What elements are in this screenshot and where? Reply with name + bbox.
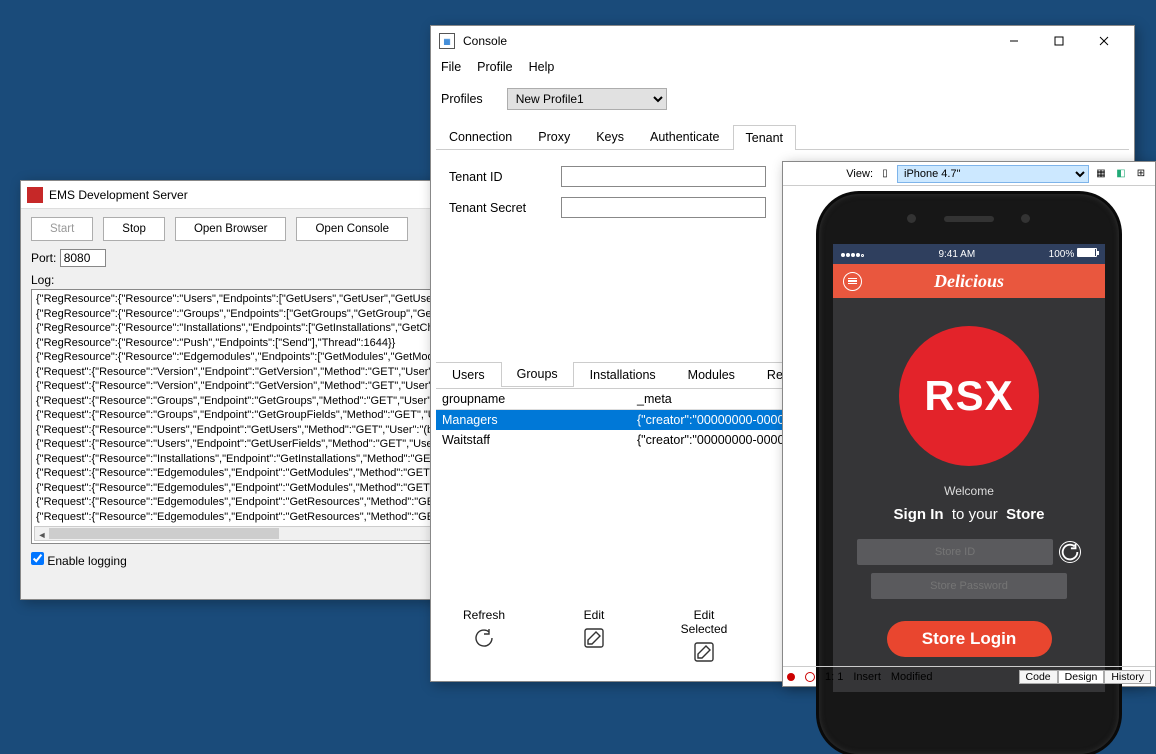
grid-col-groupname[interactable]: groupname <box>442 392 637 406</box>
maximize-button[interactable] <box>1036 26 1081 56</box>
minimize-button[interactable] <box>991 26 1036 56</box>
tab-connection[interactable]: Connection <box>436 124 525 149</box>
device-select[interactable]: iPhone 4.7" <box>897 165 1089 183</box>
battery-icon <box>1077 248 1097 257</box>
menu-help[interactable]: Help <box>529 60 555 74</box>
refresh-store-icon[interactable] <box>1059 541 1081 563</box>
profiles-select[interactable]: New Profile1 <box>507 88 667 110</box>
tenant-id-input[interactable] <box>561 166 766 187</box>
refresh-button[interactable]: Refresh <box>449 608 519 667</box>
dtab-modules[interactable]: Modules <box>672 363 751 388</box>
store-password-input[interactable] <box>871 573 1067 599</box>
ems-app-icon <box>27 187 43 203</box>
view-label: View: <box>846 168 873 180</box>
open-browser-button[interactable]: Open Browser <box>175 217 287 241</box>
tab-proxy[interactable]: Proxy <box>525 124 583 149</box>
hamburger-menu-icon[interactable] <box>843 272 862 291</box>
store-login-button[interactable]: Store Login <box>887 621 1052 657</box>
toolbar-btn-2[interactable]: ◧ <box>1113 166 1129 182</box>
phone-sensor <box>907 214 916 223</box>
cursor-pos: 1: 1 <box>825 671 843 683</box>
edit-selected-button[interactable]: Edit Selected <box>669 608 739 667</box>
view-tab-code[interactable]: Code <box>1019 670 1058 684</box>
dtab-groups[interactable]: Groups <box>501 362 574 387</box>
view-tab-history[interactable]: History <box>1104 670 1151 684</box>
rsx-logo: RSX <box>899 326 1039 466</box>
phone-camera <box>1021 214 1030 223</box>
stop-button[interactable]: Stop <box>103 217 165 241</box>
ide-panel: View: ▯ iPhone 4.7" ▦ ◧ ⊞ 9:41 AM 100% D… <box>782 161 1156 687</box>
tenant-secret-input[interactable] <box>561 197 766 218</box>
menu-profile[interactable]: Profile <box>477 60 512 74</box>
signal-icon <box>841 249 865 260</box>
tenant-secret-label: Tenant Secret <box>449 201 561 215</box>
edit-selected-icon <box>692 640 716 664</box>
phone-speaker <box>944 216 994 222</box>
close-button[interactable] <box>1081 26 1126 56</box>
menu-file[interactable]: File <box>441 60 461 74</box>
ems-title-text: EMS Development Server <box>49 188 188 202</box>
modified-status: Modified <box>891 671 933 683</box>
edit-icon <box>582 626 606 650</box>
phone-statusbar: 9:41 AM 100% <box>833 244 1105 264</box>
insert-mode: Insert <box>853 671 881 683</box>
tenant-id-label: Tenant ID <box>449 170 561 184</box>
status-pct: 100% <box>1049 249 1075 260</box>
scroll-thumb[interactable] <box>49 528 279 539</box>
welcome-text: Welcome <box>849 484 1089 498</box>
view-tab-design[interactable]: Design <box>1058 670 1105 684</box>
app-brand: Delicious <box>934 271 1004 292</box>
enable-logging-checkbox[interactable]: Enable logging <box>31 554 127 568</box>
toolbar-btn-3[interactable]: ⊞ <box>1133 166 1149 182</box>
grid-col-meta[interactable]: _meta <box>637 392 672 406</box>
dtab-users[interactable]: Users <box>436 363 501 388</box>
signin-line: Sign In to your Store <box>849 506 1089 523</box>
store-id-input[interactable] <box>857 539 1053 565</box>
port-input[interactable] <box>60 249 106 267</box>
start-button[interactable]: Start <box>31 217 93 241</box>
dtab-installations[interactable]: Installations <box>574 363 672 388</box>
open-console-button[interactable]: Open Console <box>296 217 408 241</box>
app-header: Delicious <box>833 264 1105 298</box>
ide-statusbar: 1: 1 Insert Modified Code Design History <box>783 666 1155 686</box>
tab-authenticate[interactable]: Authenticate <box>637 124 733 149</box>
edit-button[interactable]: Edit <box>559 608 629 667</box>
device-icon: ▯ <box>877 166 893 182</box>
design-canvas[interactable]: 9:41 AM 100% Delicious RSX Welcome Sign … <box>783 186 1155 666</box>
record-dot-icon[interactable] <box>787 673 795 681</box>
status-time: 9:41 AM <box>938 249 975 260</box>
toolbar-btn-1[interactable]: ▦ <box>1093 166 1109 182</box>
console-app-icon: ▦ <box>439 33 455 49</box>
console-titlebar[interactable]: ▦ Console <box>431 26 1134 56</box>
record-ring-icon[interactable] <box>805 672 815 682</box>
refresh-icon <box>472 626 496 650</box>
port-label: Port: <box>31 251 56 265</box>
scroll-left-icon[interactable]: ◄ <box>36 528 48 539</box>
console-title-text: Console <box>463 34 991 48</box>
profiles-label: Profiles <box>441 92 483 106</box>
tab-tenant[interactable]: Tenant <box>733 125 797 150</box>
tab-keys[interactable]: Keys <box>583 124 637 149</box>
